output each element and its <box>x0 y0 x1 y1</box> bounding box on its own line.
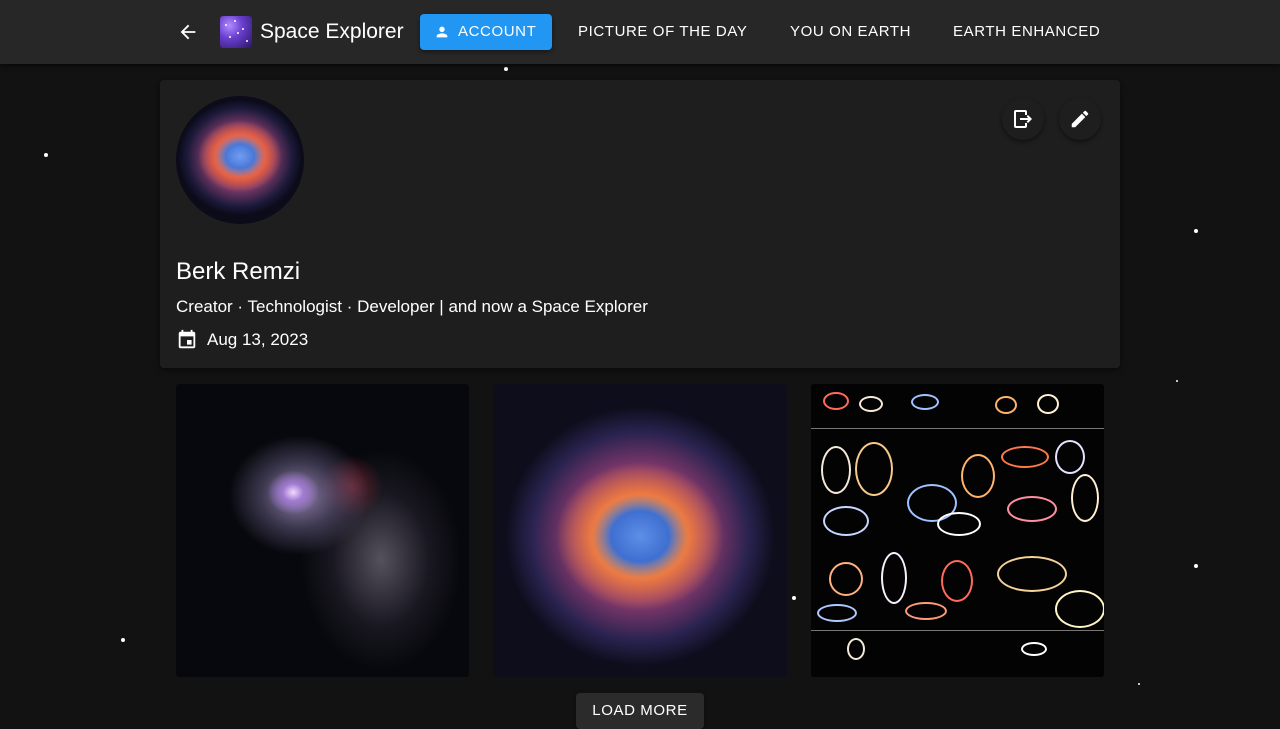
app-title[interactable]: Space Explorer <box>260 18 404 46</box>
background-star <box>504 67 508 71</box>
nav-account-button[interactable]: ACCOUNT <box>420 14 553 50</box>
background-star <box>792 596 796 600</box>
background-star <box>1138 683 1140 685</box>
star-trails-chart-image[interactable] <box>811 384 1104 677</box>
top-app-bar: Space Explorer ACCOUNT PICTURE OF THE DA… <box>0 0 1280 64</box>
logout-icon <box>1014 110 1032 128</box>
nav-you-on-earth-button[interactable]: YOU ON EARTH <box>790 14 911 50</box>
nav-earth-enhanced-button[interactable]: EARTH ENHANCED <box>953 14 1100 50</box>
nav-account-label: ACCOUNT <box>458 23 537 40</box>
background-star <box>44 153 48 157</box>
profile-name: Berk Remzi <box>176 258 301 285</box>
spiral-galaxy-image[interactable] <box>176 384 469 677</box>
arrow-back-icon <box>180 24 196 40</box>
background-star <box>1194 229 1198 233</box>
ring-nebula-image[interactable] <box>493 384 787 677</box>
galaxy-logo[interactable] <box>220 16 252 48</box>
person-icon <box>436 26 448 38</box>
background-star <box>121 638 125 642</box>
logout-button[interactable] <box>1002 98 1044 140</box>
back-button[interactable] <box>172 16 204 48</box>
background-star <box>1176 380 1178 382</box>
background-star <box>1194 564 1198 568</box>
edit-profile-button[interactable] <box>1059 98 1101 140</box>
calendar-icon <box>178 329 196 349</box>
avatar[interactable] <box>176 96 304 224</box>
nav-picture-of-the-day-button[interactable]: PICTURE OF THE DAY <box>578 14 747 50</box>
profile-bio: Creator · Technologist · Developer | and… <box>176 297 648 316</box>
profile-card: Berk Remzi Creator · Technologist · Deve… <box>160 80 1120 368</box>
profile-date-text: Aug 13, 2023 <box>207 330 309 349</box>
profile-join-date: Aug 13, 2023 <box>176 328 308 352</box>
edit-pencil-icon <box>1071 110 1089 128</box>
load-more-button[interactable]: LOAD MORE <box>576 693 704 729</box>
